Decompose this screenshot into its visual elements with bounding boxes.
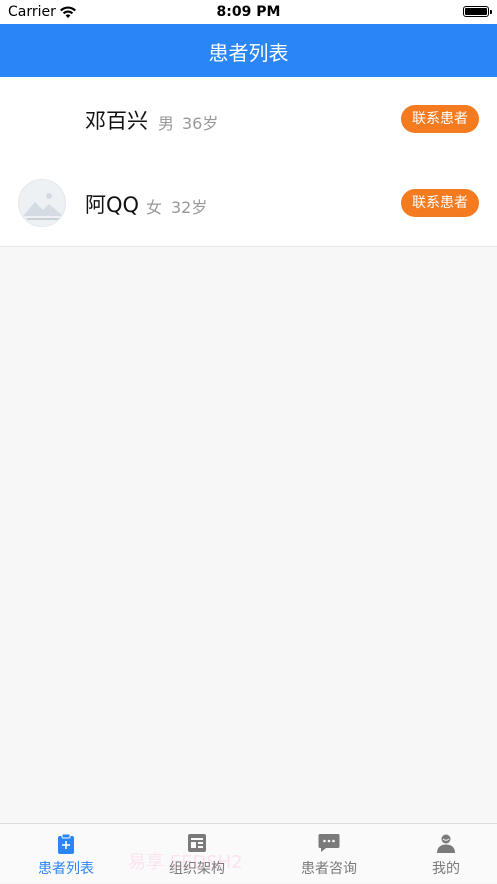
- patient-gender: 男: [158, 114, 175, 133]
- contact-patient-button[interactable]: 联系患者: [401, 189, 479, 217]
- person-icon: [436, 833, 456, 857]
- tab-patient-list[interactable]: 患者列表: [4, 824, 128, 884]
- status-time: 8:09 PM: [216, 4, 281, 20]
- status-bar: Carrier 8:09 PM: [0, 0, 497, 24]
- tab-mine[interactable]: 我的: [384, 824, 497, 884]
- chat-icon: [318, 833, 340, 857]
- tab-bar: 患者列表 组织架构 患者咨询 我的: [0, 823, 497, 883]
- patient-list: 邓百兴 男 36岁 联系患者 阿QQ 女 32岁 联系患者: [0, 77, 497, 247]
- tab-consultation[interactable]: 患者咨询: [267, 824, 391, 884]
- avatar: [18, 179, 66, 227]
- tab-label: 组织架构: [169, 861, 225, 877]
- nav-bar: 患者列表: [0, 24, 497, 77]
- tab-label: 患者列表: [38, 861, 94, 877]
- patient-age: 32岁: [171, 198, 208, 217]
- patient-row[interactable]: 邓百兴 男 36岁 联系患者: [0, 77, 497, 161]
- org-icon: [187, 833, 207, 857]
- patient-name: 阿QQ: [85, 193, 140, 217]
- patient-row[interactable]: 阿QQ 女 32岁 联系患者: [0, 161, 497, 245]
- tab-label: 患者咨询: [301, 861, 357, 877]
- clipboard-icon: [57, 833, 75, 859]
- contact-patient-button[interactable]: 联系患者: [401, 105, 479, 133]
- patient-gender: 女: [146, 198, 163, 217]
- avatar: [18, 95, 66, 143]
- page-title: 患者列表: [208, 41, 289, 65]
- tab-label: 我的: [432, 861, 460, 877]
- battery-icon: [463, 6, 492, 17]
- patient-age: 36岁: [182, 114, 219, 133]
- image-placeholder-icon: [19, 180, 65, 226]
- patient-name: 邓百兴: [85, 109, 148, 133]
- tab-organization[interactable]: 组织架构: [135, 824, 259, 884]
